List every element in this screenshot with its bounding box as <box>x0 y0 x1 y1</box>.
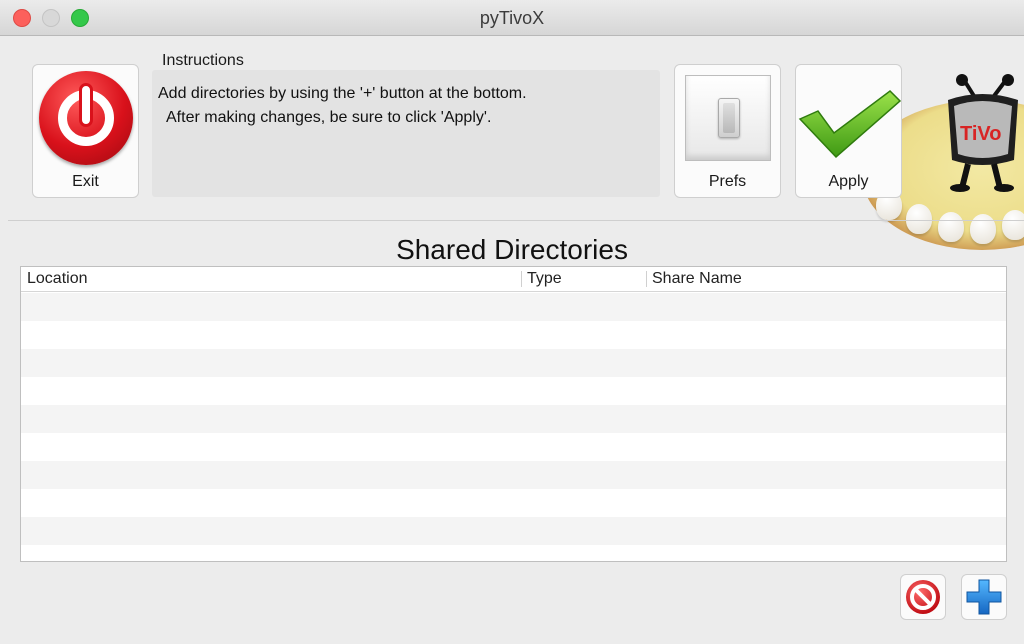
plus-icon <box>966 579 1002 615</box>
apply-button[interactable]: Apply <box>795 64 902 198</box>
table-row[interactable] <box>21 405 1006 433</box>
shared-directories-table[interactable]: Location Type Share Name <box>20 266 1007 562</box>
window-title: pyTivoX <box>479 8 545 28</box>
section-title: Shared Directories <box>396 234 628 265</box>
title-bar: pyTivoX <box>0 0 1024 36</box>
no-entry-icon <box>906 580 940 614</box>
table-rows <box>21 293 1006 561</box>
column-header-location[interactable]: Location <box>27 270 88 288</box>
column-header-type[interactable]: Type <box>527 270 562 288</box>
instructions-label: Instructions <box>162 52 244 69</box>
prefs-label: Prefs <box>708 173 747 190</box>
column-header-share-name[interactable]: Share Name <box>652 270 742 288</box>
table-row[interactable] <box>21 293 1006 321</box>
app-window: pyTivoX Exit Instructions Add directorie… <box>0 0 1024 644</box>
table-header: Location Type Share Name <box>21 267 1006 292</box>
column-divider[interactable] <box>521 271 522 287</box>
checkmark-icon <box>798 90 902 159</box>
add-directory-button[interactable] <box>961 574 1007 620</box>
table-row[interactable] <box>21 545 1006 561</box>
separator <box>8 220 1024 221</box>
table-row[interactable] <box>21 489 1006 517</box>
exit-label: Exit <box>72 173 99 190</box>
instructions-box: Add directories by using the '+' button … <box>152 70 660 197</box>
table-row[interactable] <box>21 517 1006 545</box>
tivo-logo-icon: TiVo <box>948 74 1018 192</box>
table-row[interactable] <box>21 321 1006 349</box>
table-row[interactable] <box>21 433 1006 461</box>
tivo-logo-text: TiVo <box>960 123 1001 145</box>
instructions-text: Add directories by using the '+' button … <box>158 85 527 126</box>
table-row[interactable] <box>21 349 1006 377</box>
power-icon <box>39 71 133 165</box>
table-row[interactable] <box>21 461 1006 489</box>
prefs-button[interactable]: Prefs <box>674 64 781 198</box>
column-divider[interactable] <box>646 271 647 287</box>
toggle-switch-icon <box>685 75 771 161</box>
apply-label: Apply <box>828 173 869 190</box>
exit-button[interactable]: Exit <box>32 64 139 198</box>
table-row[interactable] <box>21 377 1006 405</box>
remove-directory-button[interactable] <box>900 574 946 620</box>
